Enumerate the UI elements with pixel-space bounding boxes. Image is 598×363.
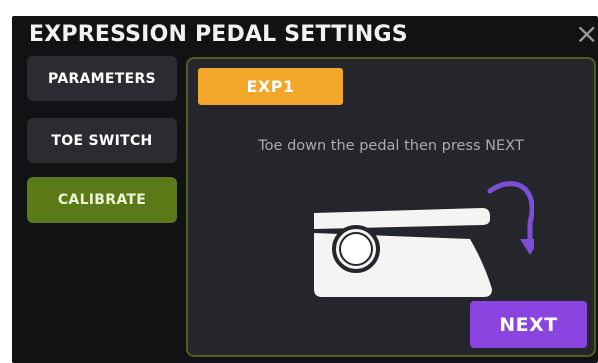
pedal-top-plate — [314, 208, 490, 229]
close-icon[interactable]: × — [575, 20, 598, 48]
tab-toe-switch[interactable]: TOE SWITCH — [27, 118, 177, 163]
calibrate-panel: EXP1 Toe down the pedal then press NEXT … — [186, 57, 596, 357]
tab-calibrate[interactable]: CALIBRATE — [27, 177, 177, 223]
arrow-head — [520, 239, 534, 255]
exp1-tab[interactable]: EXP1 — [198, 68, 343, 105]
pedal-toe-down-icon — [314, 181, 534, 297]
next-button[interactable]: NEXT — [470, 301, 587, 348]
expression-pedal-settings-dialog: EXPRESSION PEDAL SETTINGS × PARAMETERS T… — [12, 16, 598, 363]
instruction-text: Toe down the pedal then press NEXT — [258, 138, 524, 154]
tab-parameters[interactable]: PARAMETERS — [27, 56, 177, 101]
dialog-title: EXPRESSION PEDAL SETTINGS — [29, 22, 408, 47]
arrow-curve — [487, 181, 534, 244]
